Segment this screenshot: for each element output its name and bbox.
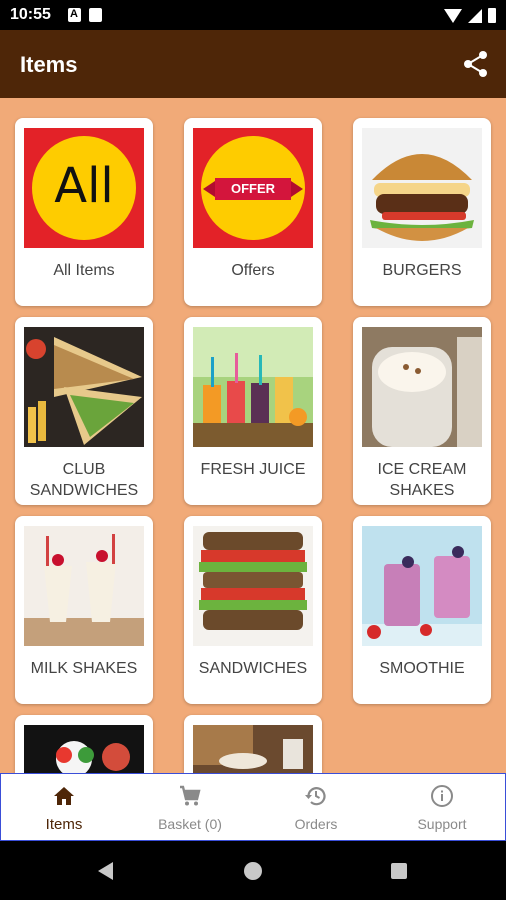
smoothie-image xyxy=(362,526,482,646)
ice-cream-shake-image xyxy=(362,327,482,447)
item-label: Offers xyxy=(231,262,275,279)
burger-image xyxy=(362,128,482,248)
status-time: 10:55 xyxy=(10,6,51,23)
item-card-all-items[interactable]: All All Items xyxy=(15,118,153,306)
item-card-10[interactable] xyxy=(15,715,153,773)
item-label: CLUB SANDWICHES xyxy=(29,461,139,499)
item-label: BURGERS xyxy=(382,262,462,279)
coffee-image xyxy=(193,725,313,773)
nav-orders[interactable]: Orders xyxy=(253,774,379,840)
all-items-image: All xyxy=(24,128,144,248)
nav-label: Orders xyxy=(294,816,338,832)
wifi-icon xyxy=(444,8,462,23)
history-icon xyxy=(305,787,326,806)
item-card-offers[interactable]: OFFER Offers xyxy=(184,118,322,306)
info-icon xyxy=(431,785,453,807)
share-button[interactable] xyxy=(460,48,492,80)
fresh-juice-image xyxy=(193,327,313,447)
system-navigation-bar xyxy=(0,841,506,900)
battery-icon xyxy=(488,8,496,23)
item-card-11[interactable] xyxy=(184,715,322,773)
item-label: FRESH JUICE xyxy=(200,461,306,478)
cart-icon xyxy=(180,785,201,806)
milk-shake-image xyxy=(24,526,144,646)
home-circle-icon[interactable] xyxy=(244,862,262,880)
item-card-sandwiches[interactable]: SANDWICHES xyxy=(184,516,322,704)
item-label: SMOOTHIE xyxy=(379,660,465,677)
nav-label: Support xyxy=(417,816,467,832)
back-icon[interactable] xyxy=(98,862,113,880)
items-grid: All All Items OFFER Offers BURGERS CLUB … xyxy=(0,98,506,773)
offers-image: OFFER xyxy=(193,128,313,248)
app-bar: Items xyxy=(0,30,506,98)
item-label: SANDWICHES xyxy=(198,660,308,677)
item-label: ICE CREAM SHAKES xyxy=(377,461,467,499)
sandwich-image xyxy=(193,526,313,646)
page-title: Items xyxy=(20,52,78,77)
nav-items[interactable]: Items xyxy=(1,774,127,840)
share-icon xyxy=(464,51,487,77)
item-card-burgers[interactable]: BURGERS xyxy=(353,118,491,306)
item-card-ice-cream-shakes[interactable]: ICE CREAM SHAKES xyxy=(353,317,491,505)
nav-basket[interactable]: Basket (0) xyxy=(127,774,253,840)
item-card-fresh-juice[interactable]: FRESH JUICE xyxy=(184,317,322,505)
status-bar: 10:55 xyxy=(0,0,506,30)
bottom-navigation: Items Basket (0) Orders Support xyxy=(0,773,506,841)
signal-icon xyxy=(468,8,482,23)
nav-support[interactable]: Support xyxy=(379,774,505,840)
notification-icon xyxy=(68,8,81,22)
sd-card-icon xyxy=(89,8,102,22)
recent-apps-icon[interactable] xyxy=(391,863,407,879)
home-icon xyxy=(54,787,74,805)
nav-label: Items xyxy=(45,816,83,833)
item-card-club-sandwiches[interactable]: CLUB SANDWICHES xyxy=(15,317,153,505)
nav-label: Basket (0) xyxy=(158,816,222,832)
fruit-dish-image xyxy=(24,725,144,773)
item-card-smoothie[interactable]: SMOOTHIE xyxy=(353,516,491,704)
item-card-milk-shakes[interactable]: MILK SHAKES xyxy=(15,516,153,704)
item-label: All Items xyxy=(53,262,115,279)
club-sandwich-image xyxy=(24,327,144,447)
item-label: MILK SHAKES xyxy=(30,660,138,677)
